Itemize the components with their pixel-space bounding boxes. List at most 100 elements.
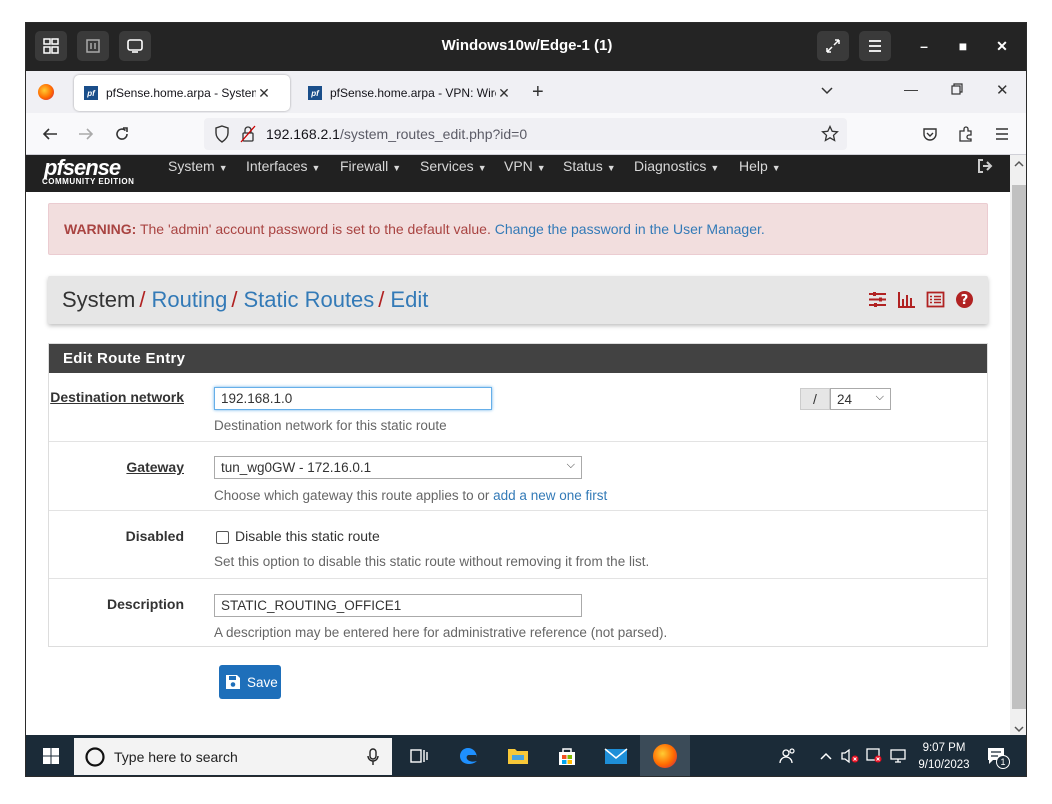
new-tab-button[interactable]: + [532,81,544,104]
menu-label: Firewall [340,158,389,174]
change-password-link[interactable]: Change the password in the User Manager. [495,221,765,237]
breadcrumb-edit-link[interactable]: Edit [390,287,428,312]
browser-restore-icon[interactable] [951,82,963,100]
save-button[interactable]: Save [219,665,281,699]
pfsense-logo[interactable]: pfsense COMMUNITY EDITION [42,155,134,186]
url-path: /system_routes_edit.php?id=0 [339,126,528,142]
clock-date: 9/10/2023 [918,759,970,771]
breadcrumb-static-routes-link[interactable]: Static Routes [243,287,374,312]
breadcrumb-shortcuts: ? [868,290,974,309]
browser-tab-bar: pf pfSense.home.arpa - System: Routing: … [26,71,1026,113]
pfsense-logo-edition: COMMUNITY EDITION [42,177,135,186]
close-tab-icon[interactable]: ✕ [496,85,512,102]
menu-help[interactable]: Help ▼ [739,158,781,174]
panel-title: Edit Route Entry [49,344,987,373]
url-host: 192.168.2.1 [266,126,340,142]
description-input[interactable]: STATIC_ROUTING_OFFICE1 [214,594,582,617]
menu-diagnostics[interactable]: Diagnostics ▼ [634,158,719,174]
bookmark-star-icon[interactable] [821,124,839,148]
task-view-icon[interactable] [405,742,433,770]
url-bar[interactable]: 192.168.2.1/system_routes_edit.php?id=0 [204,118,847,150]
taskbar-firefox-active[interactable] [640,735,690,776]
vm-fullscreen-icon[interactable] [817,31,849,61]
tab-vpn-wireguard[interactable]: pf pfSense.home.arpa - VPN: WireGuard ✕ [298,75,514,111]
destination-help: Destination network for this static rout… [214,418,447,433]
forward-arrow-icon [76,124,96,144]
gateway-row: Gateway tun_wg0GW - 172.16.0.1 ⌵ Choose w… [49,441,987,510]
display-icon[interactable] [884,742,912,770]
windows-start-icon[interactable] [37,742,65,770]
vm-minimize-icon[interactable]: – [914,38,934,56]
taskbar-search-box[interactable]: Type here to search [74,738,392,775]
bar-chart-icon[interactable] [897,290,916,309]
list-tabs-chevron-down-icon[interactable] [820,83,834,100]
destination-mask-select[interactable]: 24 ⌵ [830,388,891,410]
menu-vpn[interactable]: VPN ▼ [504,158,546,174]
close-tab-icon[interactable]: ✕ [256,85,272,102]
menu-label: Help [739,158,768,174]
app-menu-icon[interactable] [992,124,1012,144]
chevron-down-icon: ⌵ [566,459,575,471]
chevron-down-icon: ⌵ [875,391,884,403]
description-label: Description [106,596,184,612]
gateway-select[interactable]: tun_wg0GW - 172.16.0.1 ⌵ [214,456,582,479]
menu-status[interactable]: Status ▼ [563,158,616,174]
sliders-icon[interactable] [868,290,887,309]
add-gateway-link[interactable]: add a new one first [493,488,607,503]
menu-interfaces[interactable]: Interfaces ▼ [246,158,320,174]
breadcrumb-separator: / [139,287,146,312]
breadcrumb-system: System [62,287,136,312]
gateway-label: Gateway [126,459,184,475]
vm-menu-icon[interactable] [859,31,891,61]
notifications-icon[interactable]: 1 [982,742,1010,770]
vm-maximize-icon[interactable]: ■ [953,38,973,56]
microsoft-store-icon[interactable] [553,742,581,770]
menu-services[interactable]: Services ▼ [420,158,487,174]
disabled-label: Disabled [125,528,184,544]
vm-titlebar: Windows10w/Edge-1 (1) – ■ ✕ [26,23,1026,71]
tab-label: pfSense.home.arpa - System: Routing: Sta… [106,86,256,100]
url-text: 192.168.2.1/system_routes_edit.php?id=0 [266,126,527,142]
back-arrow-icon[interactable] [40,124,60,144]
help-question-icon[interactable]: ? [955,290,974,309]
breadcrumb: System / Routing / Static Routes / Edit ? [48,276,988,324]
firefox-logo-icon [38,84,54,100]
people-icon[interactable] [774,742,802,770]
pocket-icon[interactable] [920,124,940,144]
mail-icon[interactable] [602,742,630,770]
vm-window: Windows10w/Edge-1 (1) – ■ ✕ pf pfSense.h… [25,22,1027,777]
tab-system-routing[interactable]: pf pfSense.home.arpa - System: Routing: … [74,75,290,111]
breadcrumb-routing-link[interactable]: Routing [151,287,227,312]
default-password-warning: WARNING: The 'admin' account password is… [48,203,988,255]
reload-icon[interactable] [112,124,132,144]
disable-route-checkbox[interactable] [216,531,229,544]
menu-label: Services [420,158,474,174]
menu-label: VPN [504,158,533,174]
page-scrollbar[interactable] [1010,155,1026,735]
cidr-slash: / [800,388,830,410]
destination-network-label: Destination network [50,389,184,405]
notification-count: 1 [996,755,1010,769]
destination-network-input[interactable]: 192.168.1.0 [214,387,492,410]
menu-firewall[interactable]: Firewall ▼ [340,158,401,174]
insecure-lock-icon[interactable] [240,125,256,148]
scroll-up-icon[interactable] [1014,159,1024,171]
disable-route-checkbox-label[interactable]: Disable this static route [235,528,380,544]
vm-close-icon[interactable]: ✕ [992,38,1012,56]
list-icon[interactable] [926,290,945,309]
breadcrumb-separator: / [231,287,238,312]
microphone-icon[interactable] [366,748,380,769]
logout-icon[interactable] [976,157,994,180]
warning-label: WARNING: [64,221,137,237]
edge-browser-icon[interactable] [455,742,483,770]
tracking-shield-icon[interactable] [214,125,230,148]
file-explorer-icon[interactable] [504,742,532,770]
menu-system[interactable]: System ▼ [168,158,228,174]
mask-value: 24 [837,392,853,407]
browser-minimize-icon[interactable]: — [904,81,918,97]
extensions-puzzle-icon[interactable] [956,124,976,144]
browser-close-icon[interactable]: ✕ [996,81,1009,99]
taskbar-clock[interactable]: 9:07 PM 9/10/2023 [909,740,979,774]
floppy-disk-icon [226,675,240,689]
scrollbar-thumb[interactable] [1012,185,1026,709]
